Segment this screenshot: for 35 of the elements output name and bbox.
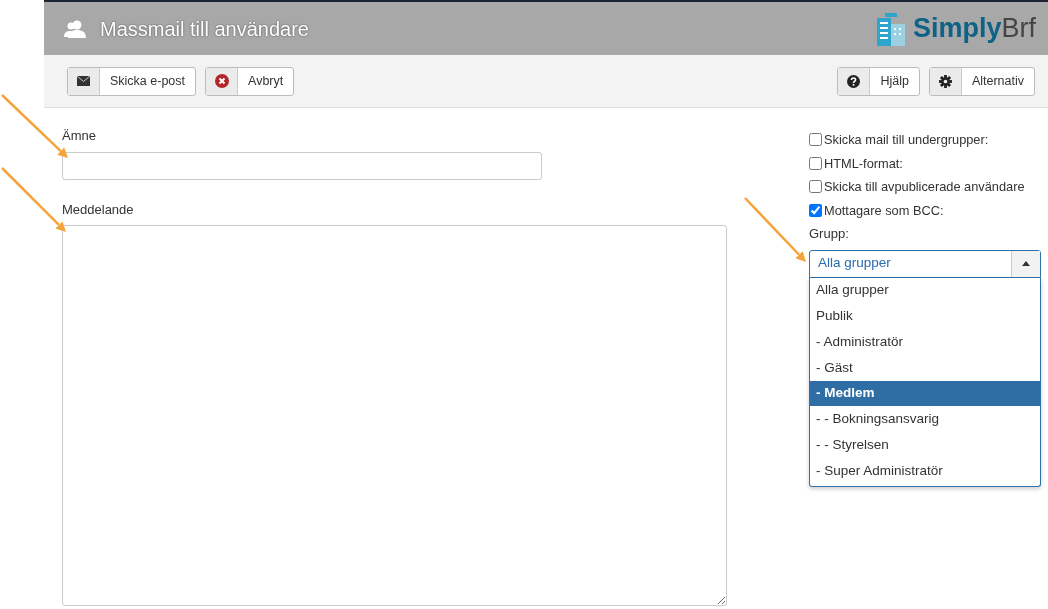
logo-text: SimplyBrf xyxy=(912,12,1036,46)
page-title: Massmail till användare xyxy=(100,16,309,42)
checkbox[interactable] xyxy=(809,180,822,194)
envelope-icon xyxy=(77,76,90,86)
settings-icon xyxy=(938,74,952,88)
option-label[interactable]: Skicka mail till undergrupper: xyxy=(809,128,1041,152)
message-label: Meddelande xyxy=(62,200,134,219)
checkbox[interactable] xyxy=(809,203,822,217)
options-button[interactable]: Alternativ xyxy=(928,66,1035,96)
dropdown-option[interactable]: - - Styrelsen xyxy=(810,432,1040,459)
send-email-button[interactable]: Skicka e-post xyxy=(67,66,197,96)
group-dropdown[interactable]: Alla grupper xyxy=(809,249,1041,278)
message-field[interactable] xyxy=(62,225,727,606)
dropdown-option[interactable]: - Medlem xyxy=(810,380,1040,407)
checkbox[interactable] xyxy=(809,133,822,147)
subject-field[interactable] xyxy=(62,151,542,180)
annotation-arrow xyxy=(744,197,806,262)
group-label: Grupp: xyxy=(809,225,849,243)
caret-icon xyxy=(1022,261,1030,266)
checkbox[interactable] xyxy=(809,156,822,170)
option-label[interactable]: HTML-format: xyxy=(809,151,1041,175)
dropdown-option[interactable]: Publik xyxy=(810,303,1040,330)
option-label[interactable]: Skicka till avpublicerade användare xyxy=(809,175,1041,199)
subject-label: Ämne xyxy=(62,127,96,145)
dropdown-option[interactable]: - Super Administratör xyxy=(810,458,1040,484)
close-icon xyxy=(214,74,229,88)
help-button[interactable]: Hjälp xyxy=(837,66,920,96)
cancel-button[interactable]: Avbryt xyxy=(205,66,295,96)
option-label[interactable]: Mottagare som BCC: xyxy=(809,198,1041,222)
dropdown-option[interactable]: - Gäst xyxy=(810,354,1040,381)
help-icon xyxy=(847,74,861,88)
users-icon xyxy=(64,19,86,38)
dropdown-option[interactable]: - - Bokningsansvarig xyxy=(810,406,1040,433)
dropdown-option[interactable]: - Administratör xyxy=(810,329,1040,355)
dropdown-option[interactable]: Alla grupper xyxy=(810,277,1040,304)
